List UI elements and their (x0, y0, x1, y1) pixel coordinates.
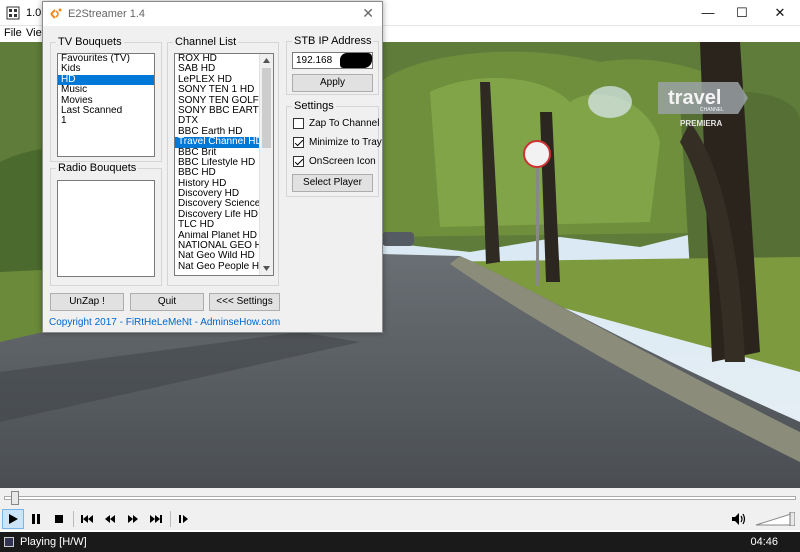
channel-logo-text: travel (668, 87, 721, 109)
apply-button[interactable]: Apply (292, 74, 373, 92)
frame-step-icon[interactable] (173, 509, 195, 529)
stb-ip-value: 192.168 (296, 55, 333, 66)
settings-toggle-button[interactable]: <<< Settings (209, 293, 280, 311)
channel-caption: PREMIERA (680, 119, 722, 128)
play-icon[interactable] (2, 509, 24, 529)
tv-bouquets-group: TV Bouquets Favourites (TV) Kids HD Music Mo… (50, 36, 162, 162)
redaction-mark (340, 53, 372, 68)
quit-button[interactable]: Quit (130, 293, 204, 311)
tv-bouquet-item[interactable]: Music (58, 85, 154, 95)
control-separator (170, 511, 171, 527)
fast-forward-icon[interactable] (122, 509, 144, 529)
dialog-titlebar: E2Streamer 1.4 ✕ (43, 2, 382, 26)
speaker-icon[interactable] (728, 509, 750, 529)
close-icon[interactable]: ✕ (362, 5, 374, 22)
zap-to-channel-label: Zap To Channel (309, 118, 380, 129)
stb-ip-input[interactable]: 192.168 (292, 52, 373, 69)
e2streamer-dialog: E2Streamer 1.4 ✕ TV Bouquets Favourites … (42, 1, 383, 333)
mpc-icon (6, 6, 20, 20)
stop-icon[interactable] (48, 509, 70, 529)
tv-bouquets-list[interactable]: Favourites (TV) Kids HD Music Movies Last Sca… (57, 53, 155, 157)
skip-forward-icon[interactable] (145, 509, 167, 529)
minimize-to-tray-label: Minimize to Tray (309, 137, 382, 148)
tv-bouquet-item[interactable]: HD (58, 74, 154, 86)
skip-back-icon[interactable] (76, 509, 98, 529)
onscreen-icon-label: OnScreen Icon (309, 156, 376, 167)
radio-bouquets-group: Radio Bouquets (50, 162, 162, 286)
settings-group: Settings Zap To Channel Minimize to Tray… (286, 100, 382, 197)
tv-bouquet-item[interactable]: Last Scanned (58, 106, 154, 116)
copyright-text: Copyright 2017 - FiRtHeLeMeNt - (49, 317, 198, 328)
dialog-title: E2Streamer 1.4 (68, 8, 146, 20)
stb-ip-group: STB IP Address 192.168 Apply (286, 35, 379, 95)
channel-list-scrollbar[interactable] (259, 54, 273, 275)
rewind-icon[interactable] (99, 509, 121, 529)
unzap-button[interactable]: UnZap ! (50, 293, 124, 311)
onscreen-icon-checkbox[interactable] (293, 156, 304, 167)
close-icon[interactable]: ✕ (762, 0, 798, 26)
tv-bouquet-item[interactable]: 1 (58, 116, 154, 126)
time-readout: 04:46 (750, 536, 778, 548)
control-separator (73, 511, 74, 527)
tv-bouquet-item[interactable]: Kids (58, 64, 154, 74)
e2streamer-icon (49, 7, 63, 21)
settings-label: Settings (292, 100, 336, 112)
menu-file[interactable]: File (4, 27, 22, 39)
status-text: Playing [H/W] (20, 536, 87, 548)
zap-to-channel-checkbox[interactable] (293, 118, 304, 129)
seekbar[interactable] (0, 488, 800, 508)
minimize-icon[interactable]: — (690, 0, 726, 26)
site-link[interactable]: AdminseHow.com (200, 317, 280, 328)
stb-ip-label: STB IP Address (292, 35, 374, 47)
maximize-icon[interactable]: ☐ (724, 0, 760, 26)
radio-bouquets-label: Radio Bouquets (56, 162, 139, 174)
channel-list-label: Channel List (173, 36, 239, 48)
tv-bouquets-label: TV Bouquets (56, 36, 124, 48)
radio-bouquets-list[interactable] (57, 180, 155, 277)
seek-thumb[interactable] (10, 491, 19, 505)
channel-logo-sub: CHANNEL (700, 107, 724, 113)
minimize-to-tray-checkbox[interactable] (293, 137, 304, 148)
status-icon (4, 537, 14, 547)
scroll-up-icon[interactable] (260, 54, 273, 67)
seek-track[interactable] (4, 496, 796, 500)
volume-slider[interactable] (755, 512, 795, 526)
scroll-down-icon[interactable] (260, 262, 273, 275)
playback-controls (0, 508, 800, 530)
scroll-thumb[interactable] (262, 68, 271, 148)
channel-list[interactable]: ROX HD SAB HD LePLEX HD SONY TEN 1 HD SONY T… (174, 53, 274, 276)
tv-bouquet-item[interactable]: Movies (58, 96, 154, 106)
copyright-footer: Copyright 2017 - FiRtHeLeMeNt - AdminseH… (49, 317, 280, 328)
channel-list-group: Channel List ROX HD SAB HD LePLEX HD SONY T… (167, 36, 279, 286)
select-player-button[interactable]: Select Player (292, 174, 373, 192)
status-bar: Playing [H/W] 04:46 (0, 532, 800, 552)
pause-icon[interactable] (25, 509, 47, 529)
tv-bouquet-item[interactable]: Favourites (TV) (58, 54, 154, 64)
